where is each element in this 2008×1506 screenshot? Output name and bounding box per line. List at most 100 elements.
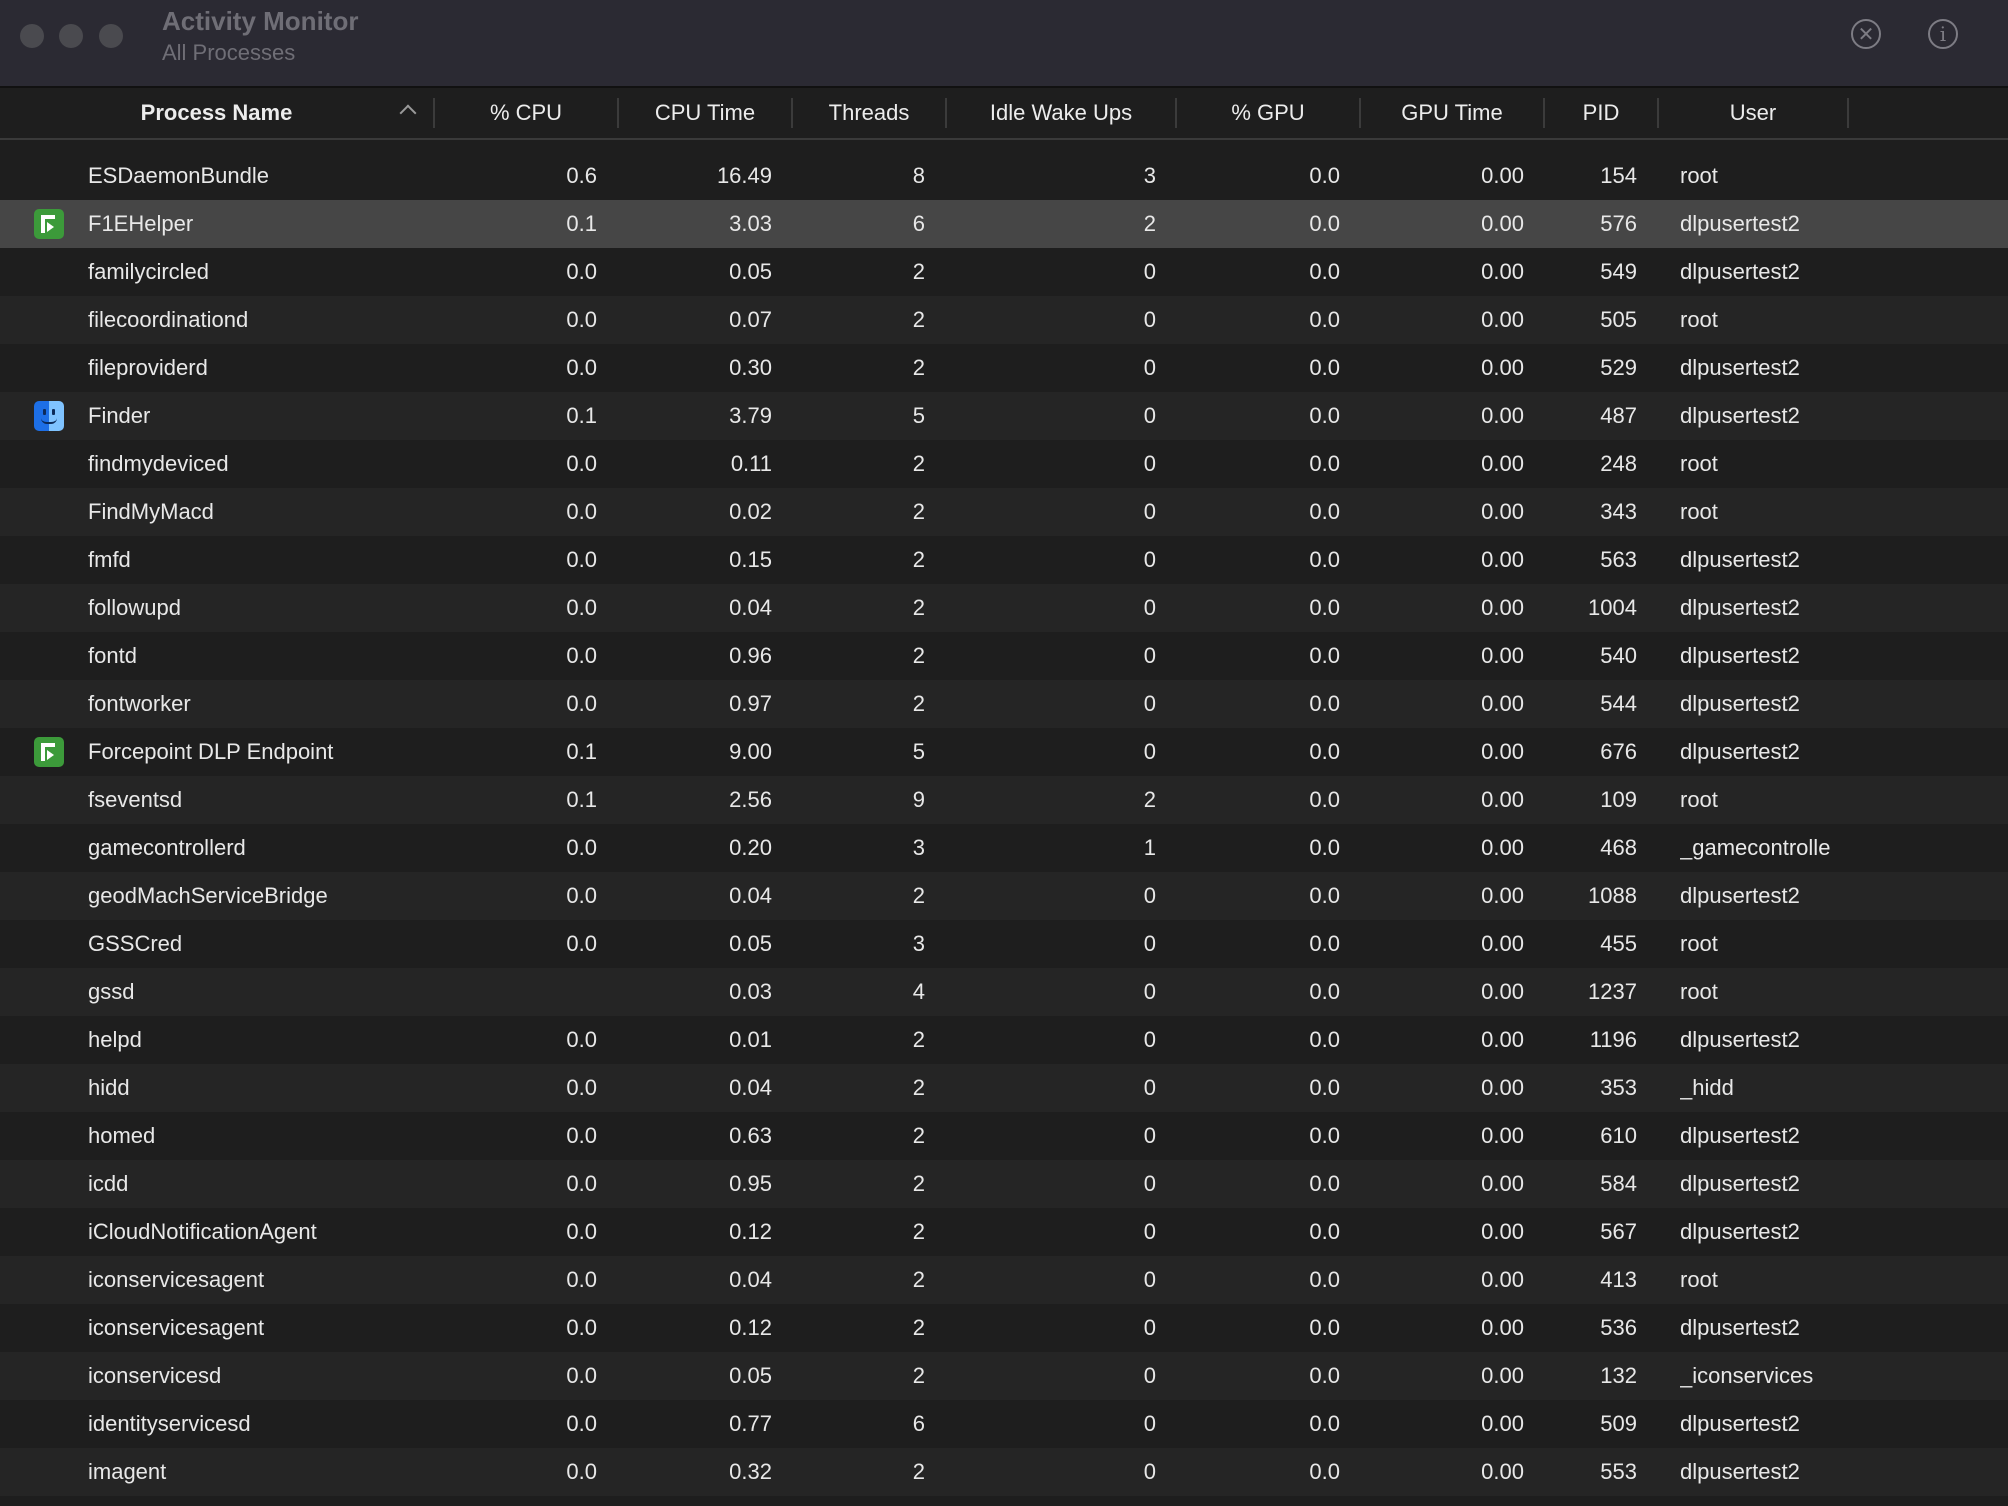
pid-cell: 536 bbox=[1600, 1315, 1637, 1340]
cpu-time-cell: 0.97 bbox=[729, 691, 772, 716]
cpu-percent-cell: 0.0 bbox=[566, 1171, 597, 1196]
cpu-time-cell: 0.05 bbox=[729, 931, 772, 956]
column-header-user[interactable]: User bbox=[1659, 98, 1849, 128]
column-header-process-name[interactable]: Process Name bbox=[0, 98, 435, 128]
idle-wake-ups-cell: 0 bbox=[1143, 1219, 1156, 1244]
table-row[interactable]: fileproviderd 0.0 0.30 2 0 0.0 0.00 529 dlpusert… bbox=[0, 344, 2008, 392]
cpu-percent-cell: 0.0 bbox=[566, 1411, 597, 1436]
minimize-window-button[interactable] bbox=[59, 24, 83, 48]
pid-cell: 584 bbox=[1600, 1171, 1637, 1196]
user-cell: root bbox=[1680, 1267, 1718, 1292]
cpu-percent-cell: 0.0 bbox=[566, 259, 597, 284]
table-row[interactable]: imagent 0.0 0.32 2 0 0.0 0.00 553 dlpusertest2 bbox=[0, 1448, 2008, 1496]
process-name-cell: fileproviderd bbox=[88, 355, 208, 380]
table-row[interactable]: fseventsd 0.1 2.56 9 2 0.0 0.00 109 root bbox=[0, 776, 2008, 824]
column-header-threads[interactable]: Threads bbox=[793, 98, 947, 128]
table-row[interactable]: Finder 0.1 3.79 5 0 0.0 0.00 487 dlpusertest2 bbox=[0, 392, 2008, 440]
table-row[interactable]: familycircled 0.0 0.05 2 0 0.0 0.00 549 dlpusert… bbox=[0, 248, 2008, 296]
threads-cell: 8 bbox=[912, 163, 925, 188]
process-name-cell: imagent bbox=[88, 1459, 167, 1484]
pid-cell: 1088 bbox=[1588, 883, 1637, 908]
table-row[interactable]: geodMachServiceBridge 0.0 0.04 2 0 0.0 0.00 108… bbox=[0, 872, 2008, 920]
user-cell: dlpusertest2 bbox=[1680, 643, 1800, 668]
table-row[interactable]: F1EHelper 0.1 3.03 6 2 0.0 0.00 576 dlpusertest2 bbox=[0, 200, 2008, 248]
close-window-button[interactable] bbox=[20, 24, 44, 48]
table-row[interactable]: findmydeviced 0.0 0.11 2 0 0.0 0.00 248 root bbox=[0, 440, 2008, 488]
threads-cell: 2 bbox=[912, 1219, 925, 1244]
threads-cell: 2 bbox=[912, 1315, 925, 1340]
process-name-cell: hidd bbox=[88, 1075, 130, 1100]
table-row[interactable]: gamecontrollerd 0.0 0.20 3 1 0.0 0.00 468 _gamec… bbox=[0, 824, 2008, 872]
process-name-cell: geodMachServiceBridge bbox=[88, 883, 328, 908]
table-row[interactable]: icdd 0.0 0.95 2 0 0.0 0.00 584 dlpusertest2 bbox=[0, 1160, 2008, 1208]
idle-wake-ups-cell: 0 bbox=[1143, 1363, 1156, 1388]
user-cell: dlpusertest2 bbox=[1680, 1027, 1800, 1052]
column-header-label: User bbox=[1729, 100, 1777, 125]
column-header-pid[interactable]: PID bbox=[1545, 98, 1659, 128]
table-row[interactable]: gssd 0.03 4 0 0.0 0.00 1237 root bbox=[0, 968, 2008, 1016]
gpu-time-cell: 0.00 bbox=[1481, 643, 1524, 668]
gpu-percent-cell: 0.0 bbox=[1309, 1027, 1340, 1052]
idle-wake-ups-cell: 0 bbox=[1143, 355, 1156, 380]
process-name-cell: gssd bbox=[88, 979, 135, 1004]
threads-cell: 6 bbox=[912, 1411, 925, 1436]
threads-cell: 2 bbox=[912, 1027, 925, 1052]
cpu-time-cell: 9.00 bbox=[729, 739, 772, 764]
table-row[interactable]: GSSCred 0.0 0.05 3 0 0.0 0.00 455 root bbox=[0, 920, 2008, 968]
table-row[interactable]: fontworker 0.0 0.97 2 0 0.0 0.00 544 dlpusertest… bbox=[0, 680, 2008, 728]
threads-cell: 2 bbox=[912, 259, 925, 284]
cpu-percent-cell: 0.6 bbox=[566, 163, 597, 188]
table-row[interactable]: fmfd 0.0 0.15 2 0 0.0 0.00 563 dlpusertest2 bbox=[0, 536, 2008, 584]
column-header-cpu[interactable]: % CPU bbox=[435, 98, 619, 128]
process-name-cell: identityservicesd bbox=[88, 1411, 251, 1436]
column-header-label: GPU Time bbox=[1401, 100, 1503, 125]
table-row[interactable]: filecoordinationd 0.0 0.07 2 0 0.0 0.00 505 root bbox=[0, 296, 2008, 344]
cpu-time-cell: 0.01 bbox=[729, 1027, 772, 1052]
info-icon[interactable]: i bbox=[1928, 19, 1958, 49]
table-row[interactable]: iCloudNotificationAgent 0.0 0.12 2 0 0.0 0.00 5… bbox=[0, 1208, 2008, 1256]
user-cell: root bbox=[1680, 451, 1718, 476]
view-subtitle: All Processes bbox=[162, 40, 296, 65]
pid-cell: 529 bbox=[1600, 355, 1637, 380]
cpu-time-cell: 0.04 bbox=[729, 1267, 772, 1292]
gpu-time-cell: 0.00 bbox=[1481, 1075, 1524, 1100]
table-row[interactable]: ESDaemonBundle 0.6 16.49 8 3 0.0 0.00 154 root bbox=[0, 152, 2008, 200]
gpu-percent-cell: 0.0 bbox=[1309, 163, 1340, 188]
column-header-cpu-time[interactable]: CPU Time bbox=[619, 98, 793, 128]
process-name-cell: iconservicesagent bbox=[88, 1267, 265, 1292]
gpu-percent-cell: 0.0 bbox=[1309, 739, 1340, 764]
table-row[interactable]: Forcepoint DLP Endpoint 0.1 9.00 5 0 0.0 0.00 6… bbox=[0, 728, 2008, 776]
table-row[interactable]: FindMyMacd 0.0 0.02 2 0 0.0 0.00 343 root bbox=[0, 488, 2008, 536]
gpu-time-cell: 0.00 bbox=[1481, 403, 1524, 428]
column-header-gpu-time[interactable]: GPU Time bbox=[1361, 98, 1545, 128]
threads-cell: 2 bbox=[912, 595, 925, 620]
column-header-label: % CPU bbox=[489, 100, 563, 125]
gpu-percent-cell: 0.0 bbox=[1309, 691, 1340, 716]
cpu-percent-cell: 0.0 bbox=[566, 355, 597, 380]
column-header-label: PID bbox=[1582, 100, 1620, 125]
cpu-percent-cell: 0.1 bbox=[566, 211, 597, 236]
table-row[interactable]: iconservicesagent 0.0 0.12 2 0 0.0 0.00 536 dlpu… bbox=[0, 1304, 2008, 1352]
table-row[interactable]: iconservicesagent 0.0 0.04 2 0 0.0 0.00 413 root bbox=[0, 1256, 2008, 1304]
table-row[interactable]: helpd 0.0 0.01 2 0 0.0 0.00 1196 dlpusertest2 bbox=[0, 1016, 2008, 1064]
zoom-window-button[interactable] bbox=[99, 24, 123, 48]
pid-cell: 544 bbox=[1600, 691, 1637, 716]
user-cell: dlpusertest2 bbox=[1680, 403, 1800, 428]
threads-cell: 2 bbox=[912, 1267, 925, 1292]
column-header-gpu[interactable]: % GPU bbox=[1177, 98, 1361, 128]
process-name-cell: GSSCred bbox=[88, 931, 183, 956]
table-row[interactable]: fontd 0.0 0.96 2 0 0.0 0.00 540 dlpusertest2 bbox=[0, 632, 2008, 680]
idle-wake-ups-cell: 0 bbox=[1143, 1171, 1156, 1196]
gpu-time-cell: 0.00 bbox=[1481, 1363, 1524, 1388]
column-header-idle-wake-ups[interactable]: Idle Wake Ups bbox=[947, 98, 1177, 128]
table-row[interactable]: hidd 0.0 0.04 2 0 0.0 0.00 353 _hidd bbox=[0, 1064, 2008, 1112]
cpu-percent-cell: 0.0 bbox=[566, 1315, 597, 1340]
process-name-cell: fseventsd bbox=[88, 787, 183, 812]
table-row[interactable]: followupd 0.0 0.04 2 0 0.0 0.00 1004 dlpusertest… bbox=[0, 584, 2008, 632]
gpu-time-cell: 0.00 bbox=[1481, 739, 1524, 764]
table-row[interactable]: identityservicesd 0.0 0.77 6 0 0.0 0.00 509 dlpu… bbox=[0, 1400, 2008, 1448]
gpu-time-cell: 0.00 bbox=[1481, 307, 1524, 332]
stop-process-icon[interactable]: ✕ bbox=[1851, 19, 1881, 49]
table-row[interactable]: iconservicesd 0.0 0.05 2 0 0.0 0.00 132 _iconser… bbox=[0, 1352, 2008, 1400]
table-row[interactable]: homed 0.0 0.63 2 0 0.0 0.00 610 dlpusertest2 bbox=[0, 1112, 2008, 1160]
